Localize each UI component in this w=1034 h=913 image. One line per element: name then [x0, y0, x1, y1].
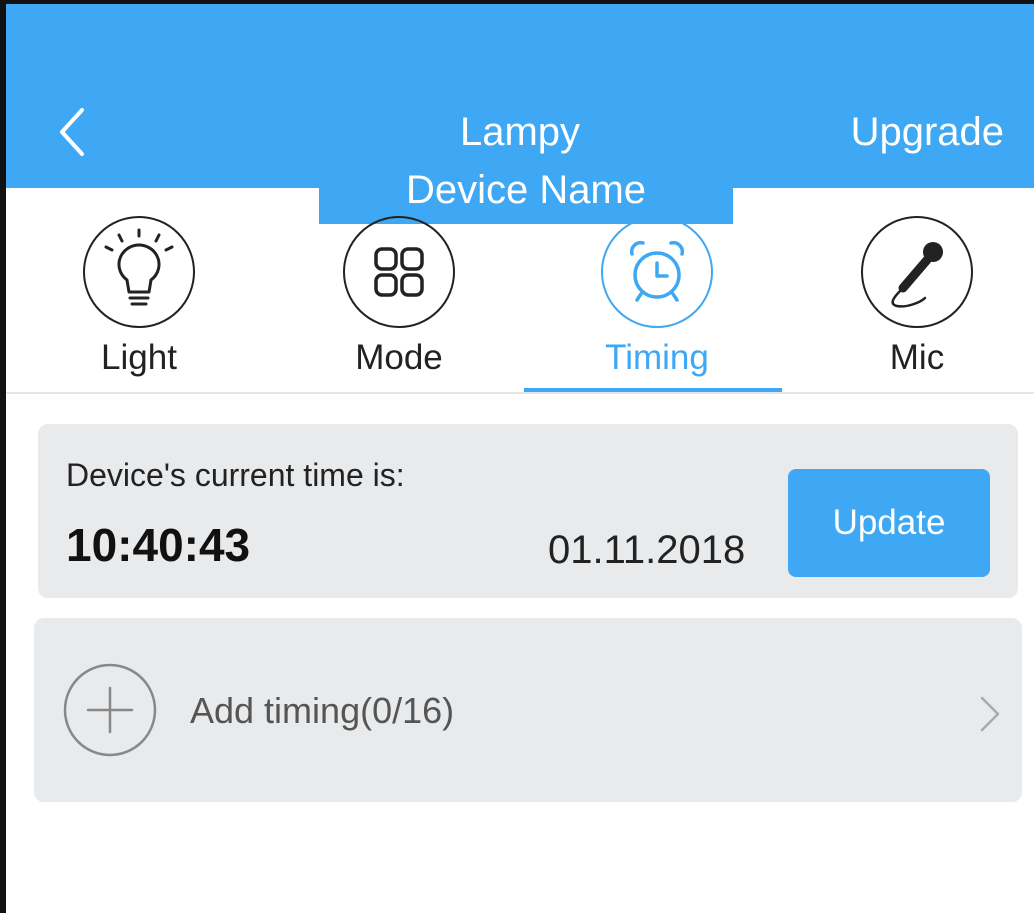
app-header: Lampy Upgrade [6, 4, 1034, 188]
tab-icon-circle [861, 216, 973, 328]
tab-light-label: Light [101, 338, 177, 377]
update-time-button[interactable]: Update [788, 469, 990, 577]
device-time-card: Device's current time is: 10:40:43 01.11… [38, 424, 1018, 598]
upgrade-button[interactable]: Upgrade [851, 108, 1004, 156]
device-name-label: Device Name [319, 164, 733, 224]
tab-bar: Light Mode Timing Mic [6, 216, 1034, 396]
tab-icon-circle [83, 216, 195, 328]
add-timing-label: Add timing(0/16) [190, 690, 455, 731]
device-time-caption: Device's current time is: [66, 457, 405, 493]
light-bulb-icon [104, 228, 174, 306]
app-screen: Lampy Upgrade Device Name Light Mode Tim… [0, 0, 1034, 913]
tab-mic-label: Mic [889, 338, 945, 377]
device-time-value: 10:40:43 [66, 519, 251, 571]
grid-icon [374, 247, 424, 297]
chevron-right-icon [980, 696, 1000, 732]
tab-icon-circle [343, 216, 455, 328]
tab-bar-divider [6, 392, 1034, 394]
alarm-clock-icon [629, 240, 685, 302]
tab-timing-label: Timing [605, 338, 709, 377]
tab-mode-label: Mode [355, 338, 443, 377]
tab-icon-circle [601, 216, 713, 328]
tab-light[interactable]: Light [39, 216, 239, 378]
microphone-icon [891, 242, 943, 308]
device-date-value: 01.11.2018 [548, 528, 746, 572]
tab-timing[interactable]: Timing [557, 216, 757, 378]
plus-circle-icon [63, 663, 157, 757]
add-timing-row[interactable]: Add timing(0/16) [34, 618, 1022, 802]
tab-mic[interactable]: Mic [817, 216, 1017, 378]
tab-mode[interactable]: Mode [299, 216, 499, 378]
